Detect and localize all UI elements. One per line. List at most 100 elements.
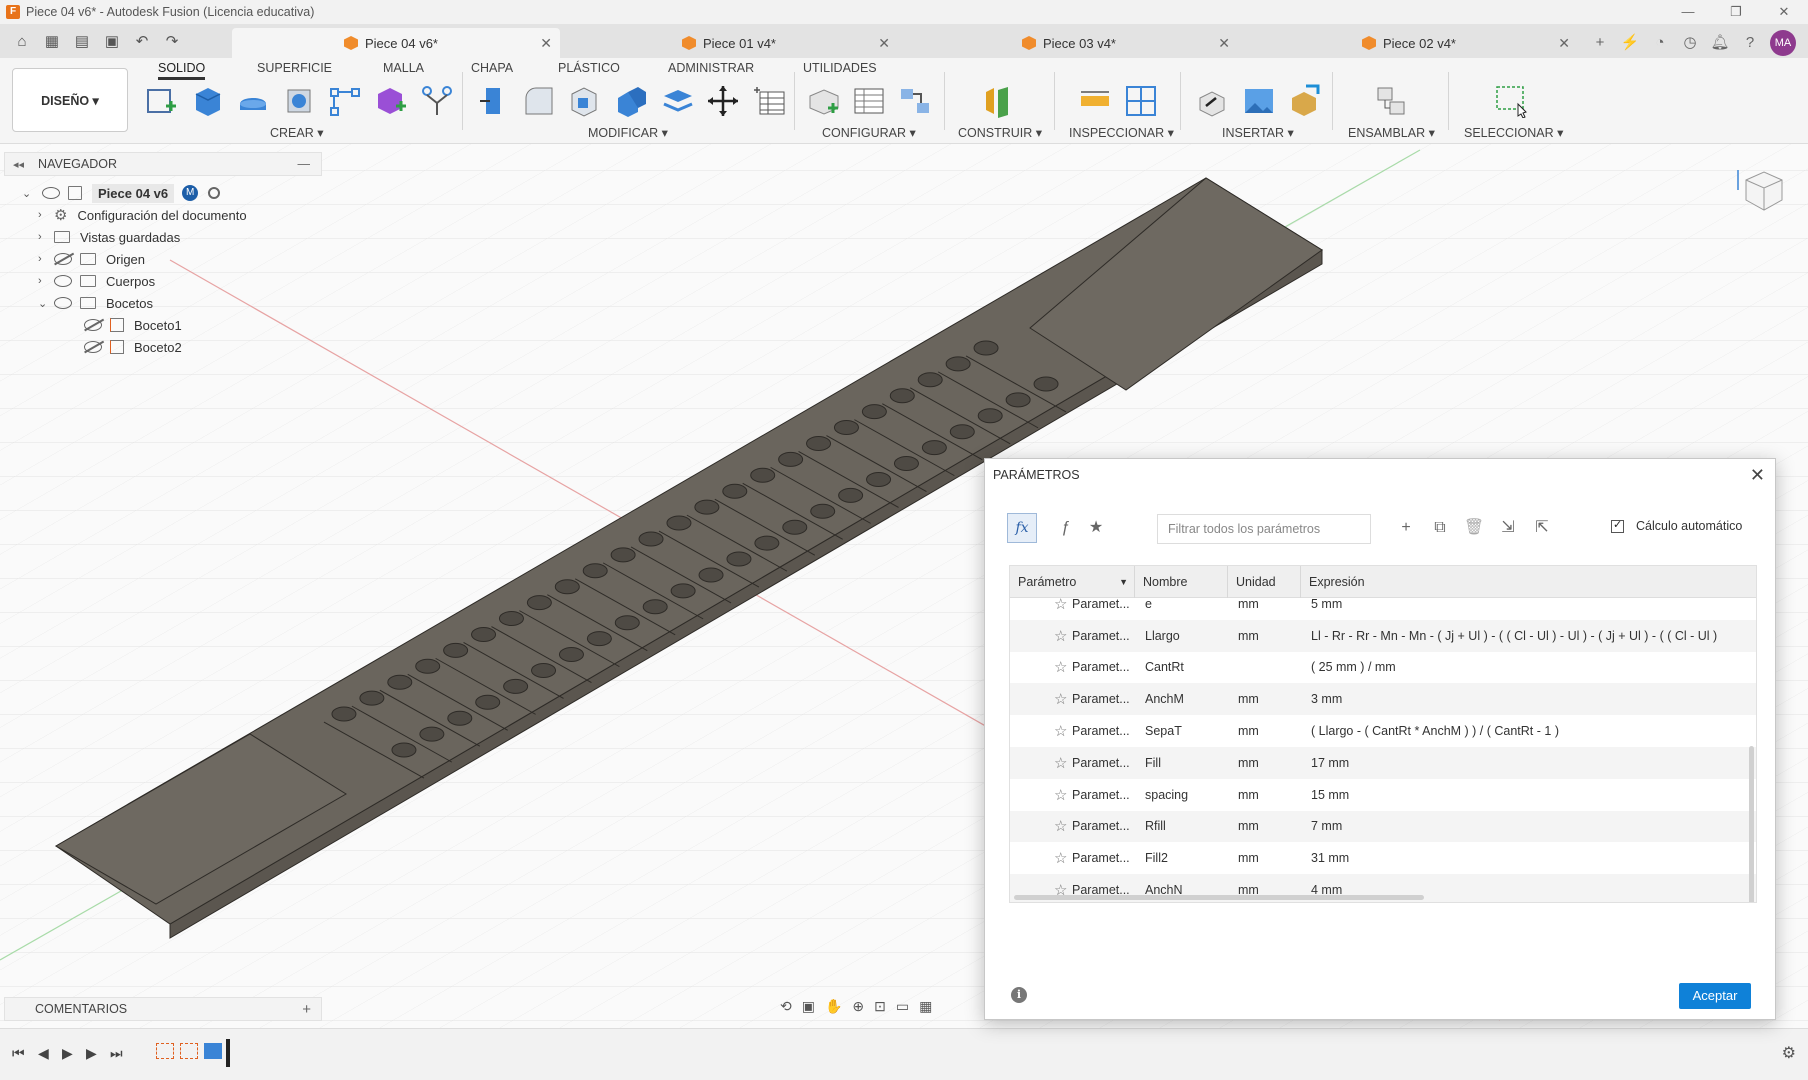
- fx-filter-button[interactable]: fx: [1007, 513, 1037, 543]
- select-box-icon[interactable]: [1494, 84, 1528, 118]
- go-to-start-icon[interactable]: ⏮: [12, 1045, 25, 1062]
- sort-icon[interactable]: ▼: [1119, 566, 1128, 598]
- configure-rules-icon[interactable]: [898, 84, 932, 118]
- param-expression[interactable]: 3 mm: [1301, 692, 1756, 706]
- derive-icon[interactable]: [420, 84, 454, 118]
- minimize-button[interactable]: —: [1664, 0, 1712, 24]
- timeline-settings-icon[interactable]: ⚙: [1782, 1043, 1796, 1063]
- close-tab-icon[interactable]: ✕: [1218, 35, 1230, 52]
- favorites-filter-icon[interactable]: ★: [1085, 517, 1107, 539]
- export-parameters-icon[interactable]: ⇱: [1531, 517, 1553, 539]
- file-menu-icon[interactable]: ▤: [70, 30, 94, 52]
- help-icon[interactable]: ?: [1740, 33, 1760, 53]
- param-expression[interactable]: 5 mm: [1301, 597, 1756, 611]
- workspace-dropdown[interactable]: DISEÑO ▾: [12, 68, 128, 132]
- copy-parameter-icon[interactable]: ⧉: [1429, 517, 1451, 539]
- param-unit[interactable]: mm: [1228, 851, 1301, 865]
- display-settings-icon[interactable]: ▭: [896, 998, 909, 1015]
- tab-piece-02[interactable]: Piece 02 v4* ✕: [1250, 28, 1578, 58]
- close-tab-icon[interactable]: ✕: [878, 35, 890, 52]
- group-seleccionar[interactable]: SELECCIONAR ▾: [1464, 125, 1563, 140]
- chevron-right-icon[interactable]: ›: [38, 231, 50, 243]
- group-construir[interactable]: CONSTRUIR ▾: [958, 125, 1042, 140]
- param-unit[interactable]: mm: [1228, 629, 1301, 643]
- orbit-icon[interactable]: ⟲: [780, 998, 792, 1015]
- job-status-icon[interactable]: ◔: [1650, 33, 1670, 53]
- horizontal-scrollbar[interactable]: [1014, 895, 1424, 900]
- param-name[interactable]: Rfill: [1135, 819, 1228, 833]
- tab-superficie[interactable]: SUPERFICIE: [257, 61, 332, 75]
- configure-model-icon[interactable]: [806, 84, 840, 118]
- joint-icon[interactable]: [1374, 84, 1408, 118]
- zoom-icon[interactable]: ⊕: [852, 998, 864, 1015]
- import-parameters-icon[interactable]: ⇲: [1497, 517, 1519, 539]
- param-name[interactable]: Fill2: [1135, 851, 1228, 865]
- new-tab-icon[interactable]: +: [1590, 33, 1610, 53]
- star-icon[interactable]: ☆: [1054, 690, 1067, 708]
- param-name[interactable]: Llargo: [1135, 629, 1228, 643]
- insert-mcmaster-icon[interactable]: [1288, 84, 1322, 118]
- eye-hidden-icon[interactable]: [84, 341, 102, 353]
- table-row[interactable]: ☆ Paramet... Fill2 mm 31 mm: [1010, 842, 1756, 874]
- param-name[interactable]: Fill: [1135, 756, 1228, 770]
- chevron-down-icon[interactable]: ⌄: [22, 187, 34, 200]
- table-row[interactable]: ☆ Paramet... AnchM mm 3 mm: [1010, 683, 1756, 716]
- move-copy-icon[interactable]: [706, 84, 740, 118]
- grid-settings-icon[interactable]: ▦: [919, 998, 932, 1015]
- shell-icon[interactable]: [568, 84, 602, 118]
- offset-plane-icon[interactable]: [980, 84, 1014, 118]
- tab-solido[interactable]: SOLIDO: [158, 61, 206, 80]
- group-modificar[interactable]: MODIFICAR ▾: [588, 125, 668, 140]
- timeline-extrude-icon[interactable]: [204, 1043, 222, 1059]
- play-icon[interactable]: ▶: [62, 1045, 73, 1062]
- tree-item-sketches[interactable]: ⌄ Bocetos: [38, 292, 153, 314]
- press-pull-icon[interactable]: [476, 84, 510, 118]
- auto-compute-checkbox[interactable]: Cálculo automático: [1611, 518, 1742, 533]
- tab-piece-01[interactable]: Piece 01 v4* ✕: [570, 28, 898, 58]
- tab-piece-03[interactable]: Piece 03 v4* ✕: [910, 28, 1238, 58]
- column-header-name[interactable]: Nombre: [1135, 566, 1228, 598]
- tab-malla[interactable]: MALLA: [383, 61, 424, 75]
- tree-item-origin[interactable]: › Origen: [38, 248, 145, 270]
- chevron-down-icon[interactable]: ⌄: [38, 297, 50, 310]
- param-unit[interactable]: mm: [1228, 788, 1301, 802]
- tree-item-bodies[interactable]: › Cuerpos: [38, 270, 155, 292]
- star-icon[interactable]: ☆: [1054, 817, 1067, 835]
- table-row[interactable]: ☆ Paramet... SepaT mm( Llargo - ( CantRt * …: [1010, 715, 1756, 747]
- maximize-button[interactable]: ❐: [1712, 0, 1760, 24]
- param-name[interactable]: spacing: [1135, 788, 1228, 802]
- column-header-unit[interactable]: Unidad: [1228, 566, 1301, 598]
- checkbox-checked-icon[interactable]: [1611, 518, 1624, 533]
- group-insertar[interactable]: INSERTAR ▾: [1222, 125, 1294, 140]
- star-icon[interactable]: ☆: [1054, 595, 1067, 613]
- add-parameter-icon[interactable]: +: [1395, 517, 1417, 539]
- param-expression[interactable]: ( Llargo - ( CantRt * AnchM ) ) / ( Cant…: [1301, 724, 1756, 738]
- eye-icon[interactable]: [54, 275, 72, 287]
- param-expression[interactable]: 31 mm: [1301, 851, 1756, 865]
- column-header-expression[interactable]: Expresión: [1301, 566, 1756, 598]
- star-icon[interactable]: ☆: [1054, 754, 1067, 772]
- canvas-image-icon[interactable]: [1242, 84, 1276, 118]
- pan-icon[interactable]: ✋: [825, 998, 842, 1015]
- tab-utilidades[interactable]: UTILIDADES: [803, 61, 877, 75]
- user-parameter-filter-icon[interactable]: ƒ: [1055, 517, 1077, 539]
- timeline-marker[interactable]: [226, 1039, 230, 1067]
- fit-icon[interactable]: ⊡: [874, 998, 886, 1015]
- param-expression[interactable]: 17 mm: [1301, 756, 1756, 770]
- save-icon[interactable]: ▣: [100, 30, 124, 52]
- group-crear[interactable]: CREAR ▾: [270, 125, 324, 140]
- create-form-icon[interactable]: [374, 84, 408, 118]
- vertical-scrollbar[interactable]: [1749, 746, 1754, 902]
- eye-icon[interactable]: [54, 297, 72, 309]
- offset-face-icon[interactable]: [660, 84, 694, 118]
- configuration-table-icon[interactable]: [852, 84, 886, 118]
- chevron-right-icon[interactable]: ›: [38, 209, 50, 221]
- measure-icon[interactable]: [1078, 84, 1112, 118]
- close-window-button[interactable]: ✕: [1760, 0, 1808, 24]
- param-name[interactable]: e: [1135, 597, 1228, 611]
- param-expression[interactable]: 15 mm: [1301, 788, 1756, 802]
- param-unit[interactable]: mm: [1228, 819, 1301, 833]
- look-at-icon[interactable]: ▣: [802, 998, 815, 1015]
- table-row[interactable]: ☆ Paramet... Llargo mm Ll - Rr - Rr - Mn - M…: [1010, 619, 1756, 652]
- tree-item-saved-views[interactable]: › Vistas guardadas: [38, 226, 180, 248]
